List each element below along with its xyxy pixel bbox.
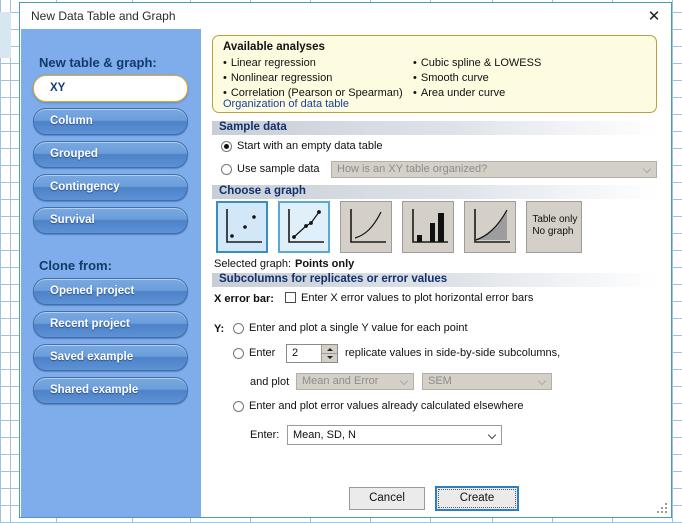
replicate-count-value: 2: [292, 347, 299, 359]
dialog-titlebar: New Data Table and Graph ✕: [20, 3, 671, 29]
chevron-down-icon: [644, 166, 651, 173]
create-button-label: Create: [438, 489, 516, 508]
replicate-count-stepper[interactable]: 2: [286, 344, 338, 363]
graph-thumb-table-only-no-graph[interactable]: Table only No graph: [526, 201, 583, 253]
sample-data-dropdown-value: How is an XY table organized?: [337, 163, 488, 175]
section-header-label: Choose a graph: [219, 185, 306, 197]
graph-thumb-bars[interactable]: [402, 201, 455, 253]
enter-format-dropdown-value: Mean, SD, N: [293, 429, 356, 441]
graph-thumb-area-under-curve[interactable]: [464, 201, 517, 253]
label-x-error-values: Enter X error values to plot horizontal …: [301, 292, 534, 304]
chevron-down-icon: [401, 378, 408, 385]
sidebar-item-recent-project[interactable]: Recent project: [33, 311, 188, 338]
analysis-item: Area under curve: [413, 86, 541, 101]
section-header-label: Sample data: [219, 121, 287, 133]
background-grid-line: [672, 0, 673, 523]
error-type-dropdown-value: SEM: [428, 375, 452, 387]
graph-thumb-points-with-connecting-line[interactable]: [278, 201, 331, 253]
selected-graph-value: Points only: [295, 258, 355, 270]
close-icon[interactable]: ✕: [643, 6, 665, 26]
organization-of-data-table-link[interactable]: Organization of data table: [223, 98, 349, 110]
x-error-bar-label: X error bar:: [214, 293, 274, 305]
checkbox-x-error-values[interactable]: [285, 292, 296, 303]
background-grid-line: [0, 0, 1, 523]
label-enter-suffix: replicate values in side-by-side subcolu…: [345, 347, 561, 359]
analyses-left-column: Linear regression Nonlinear regression C…: [223, 56, 403, 101]
label-enter-prefix: Enter: [249, 347, 276, 359]
table-only-label: Table only No graph: [532, 214, 578, 237]
sidebar-item-survival[interactable]: Survival: [33, 207, 188, 234]
label-use-sample-data: Use sample data: [237, 163, 320, 175]
graph-thumb-line-only[interactable]: [340, 201, 393, 253]
analyses-right-column: Cubic spline & LOWESS Smooth curve Area …: [413, 56, 541, 101]
selected-graph-label: Selected graph:: [214, 258, 292, 270]
new-data-table-and-graph-dialog: New Data Table and Graph ✕ New table & g…: [19, 2, 672, 518]
dialog-title: New Data Table and Graph: [31, 9, 176, 23]
chevron-down-icon: [539, 378, 546, 385]
create-button[interactable]: Create: [435, 486, 519, 511]
radio-single-y-value[interactable]: [233, 323, 244, 334]
stepper-down-icon[interactable]: [322, 353, 337, 362]
section-header-choose-a-graph: Choose a graph: [212, 185, 657, 199]
analysis-item: Cubic spline & LOWESS: [413, 56, 541, 71]
graph-thumbnail-row: Table only No graph: [216, 201, 589, 253]
sidebar: New table & graph: XY Column Grouped Con…: [21, 29, 201, 517]
stepper-up-icon[interactable]: [322, 345, 337, 353]
analysis-item: Smooth curve: [413, 71, 541, 86]
enter-format-dropdown[interactable]: Mean, SD, N: [287, 425, 502, 445]
sidebar-item-contingency[interactable]: Contingency: [33, 174, 188, 201]
analysis-item: Nonlinear regression: [223, 71, 403, 86]
y-label: Y:: [214, 323, 225, 335]
available-analyses-box: Available analyses Linear regression Non…: [212, 35, 657, 113]
graph-thumb-points-only[interactable]: [216, 201, 268, 253]
sample-data-dropdown[interactable]: How is an XY table organized?: [331, 161, 657, 178]
and-plot-label: and plot: [250, 376, 290, 388]
section-header-label: Subcolumns for replicates or error value…: [219, 273, 448, 285]
and-plot-dropdown[interactable]: Mean and Error: [296, 373, 414, 390]
dialog-content: Available analyses Linear regression Non…: [202, 29, 671, 517]
background-grid-line: [10, 0, 11, 523]
background-header-band: [0, 12, 11, 58]
sidebar-item-saved-example[interactable]: Saved example: [33, 344, 188, 371]
enter-label: Enter:: [250, 429, 280, 441]
radio-start-empty-data-table[interactable]: [221, 141, 232, 152]
radio-enter-replicates[interactable]: [233, 348, 244, 359]
analysis-item: Linear regression: [223, 56, 403, 71]
radio-use-sample-data[interactable]: [221, 164, 232, 175]
cancel-button[interactable]: Cancel: [349, 487, 425, 510]
section-header-subcolumns: Subcolumns for replicates or error value…: [212, 273, 657, 287]
resize-grip[interactable]: [657, 503, 668, 514]
chevron-down-icon: [489, 432, 496, 439]
sidebar-item-grouped[interactable]: Grouped: [33, 141, 188, 168]
available-analyses-title: Available analyses: [223, 41, 325, 53]
stepper-buttons[interactable]: [321, 345, 337, 362]
and-plot-dropdown-value: Mean and Error: [302, 375, 379, 387]
label-single-y-value: Enter and plot a single Y value for each…: [249, 322, 468, 334]
sidebar-item-shared-example[interactable]: Shared example: [33, 377, 188, 404]
sidebar-item-xy[interactable]: XY: [33, 75, 188, 102]
section-header-sample-data: Sample data: [212, 121, 657, 135]
sidebar-item-opened-project[interactable]: Opened project: [33, 278, 188, 305]
sidebar-new-heading: New table & graph:: [39, 55, 157, 70]
label-precalculated-error-values: Enter and plot error values already calc…: [249, 400, 524, 412]
radio-precalculated-error-values[interactable]: [233, 401, 244, 412]
label-start-empty-data-table: Start with an empty data table: [237, 140, 383, 152]
sidebar-item-column[interactable]: Column: [33, 108, 188, 135]
sidebar-clone-heading: Clone from:: [39, 258, 112, 273]
error-type-dropdown[interactable]: SEM: [422, 373, 552, 390]
